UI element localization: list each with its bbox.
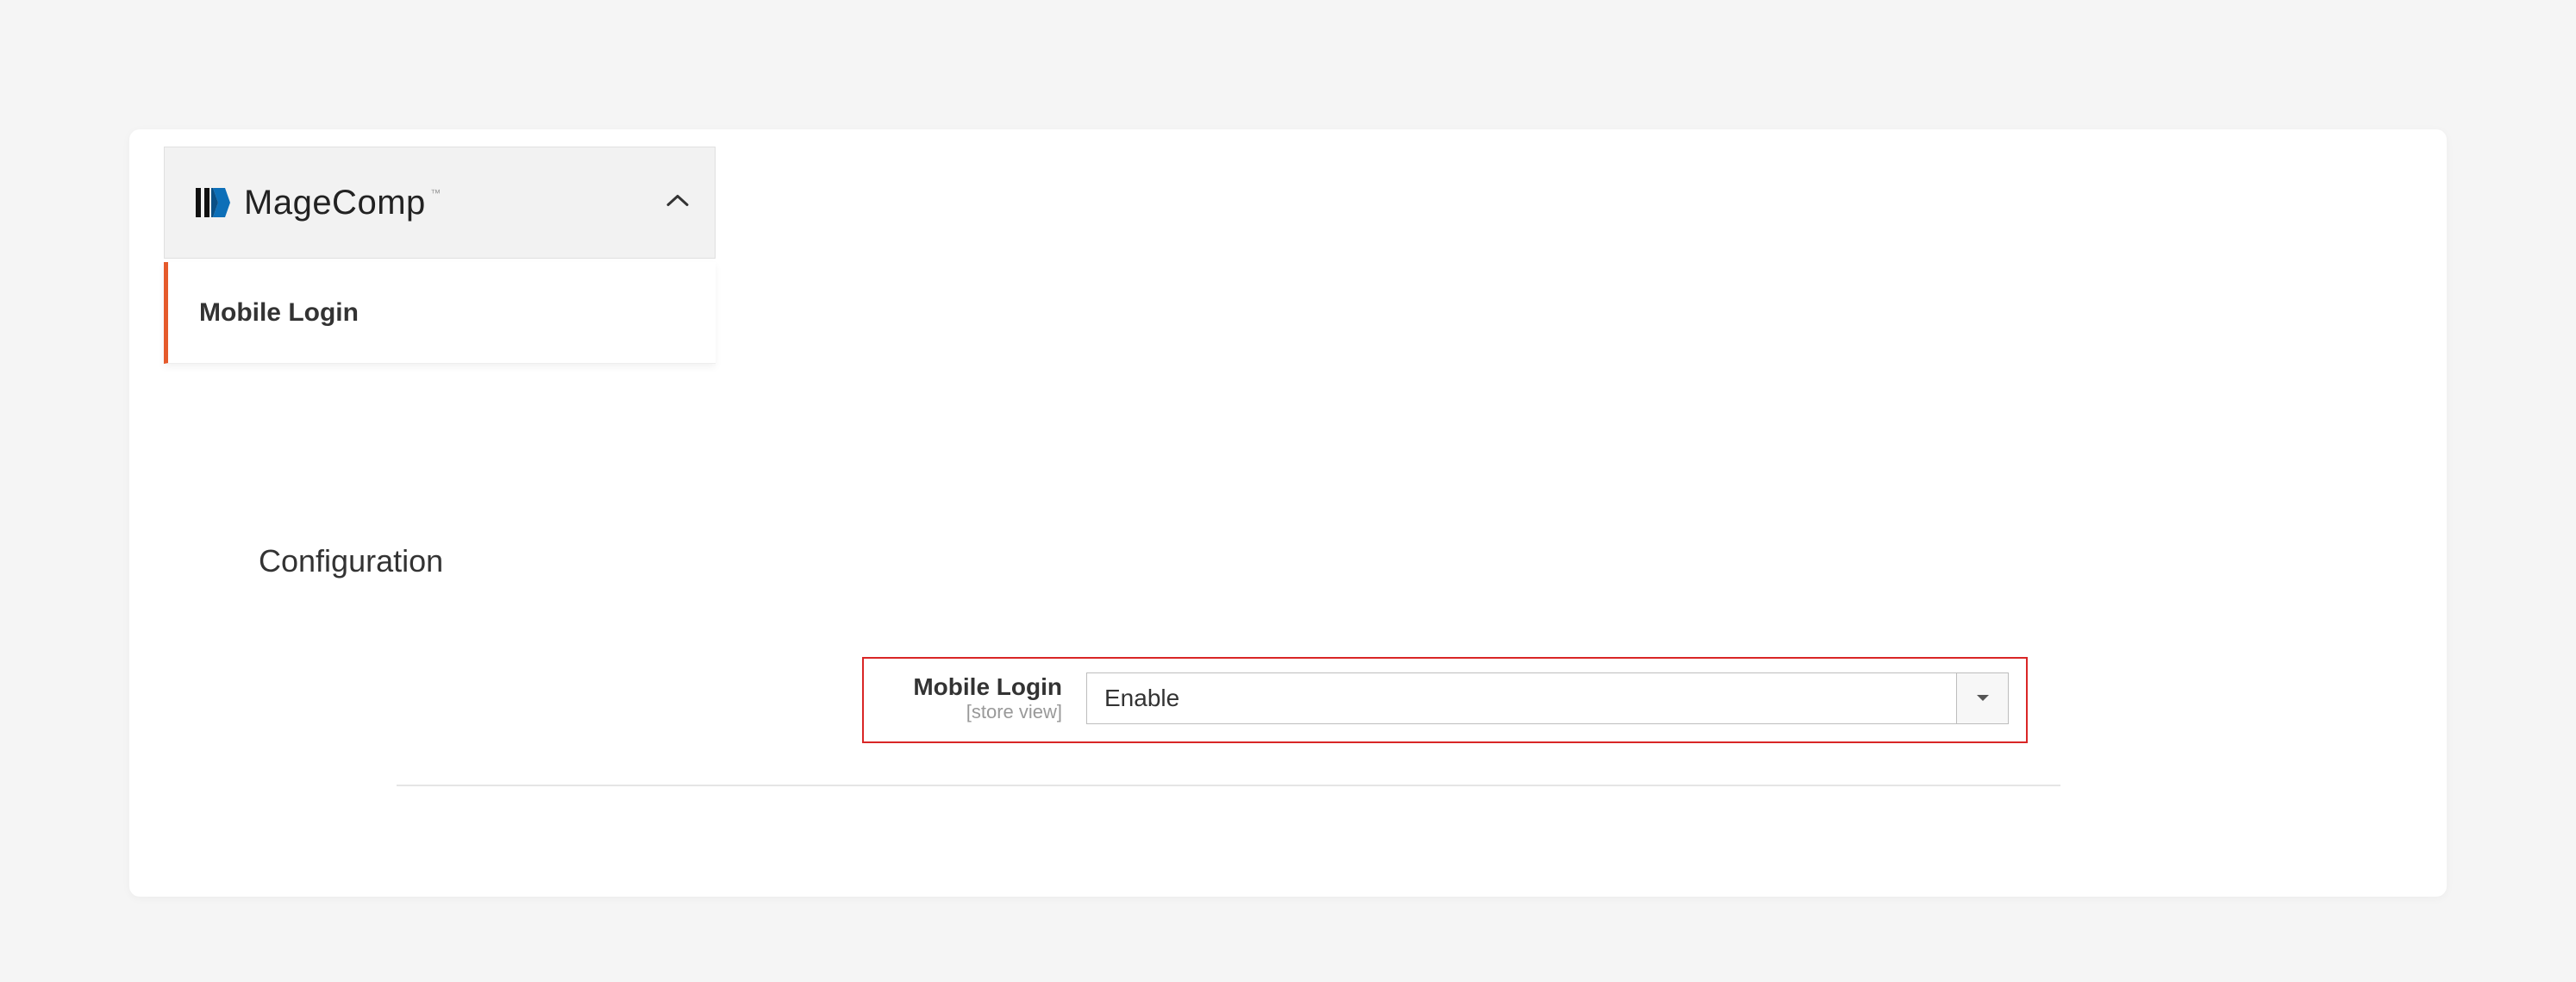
select-value: Enable	[1087, 685, 1956, 712]
field-row: Mobile Login [store view] Enable	[881, 672, 2009, 724]
section-title: Configuration	[259, 543, 2395, 579]
brand-name: MageComp™	[244, 184, 426, 222]
field-scope-text: [store view]	[881, 701, 1062, 723]
brand-header[interactable]: MageComp™	[164, 147, 716, 259]
field-label-text: Mobile Login	[881, 673, 1062, 701]
sidebar: MageComp™ Mobile Login	[164, 147, 716, 364]
highlighted-field: Mobile Login [store view] Enable	[862, 657, 2028, 743]
config-card: MageComp™ Mobile Login Configuration Mob…	[129, 129, 2447, 897]
mobile-login-select[interactable]: Enable	[1086, 672, 2009, 724]
magecomp-logo-icon	[192, 181, 235, 224]
brand-logo: MageComp™	[192, 181, 426, 224]
trademark-symbol: ™	[430, 187, 441, 199]
divider	[397, 785, 2060, 786]
chevron-up-icon	[666, 194, 689, 212]
caret-down-icon	[1956, 673, 2008, 723]
sidebar-item-mobile-login[interactable]: Mobile Login	[164, 262, 716, 364]
main-content: Configuration Mobile Login [store view] …	[259, 543, 2395, 786]
sidebar-item-label: Mobile Login	[199, 298, 359, 328]
field-label: Mobile Login [store view]	[881, 673, 1062, 723]
